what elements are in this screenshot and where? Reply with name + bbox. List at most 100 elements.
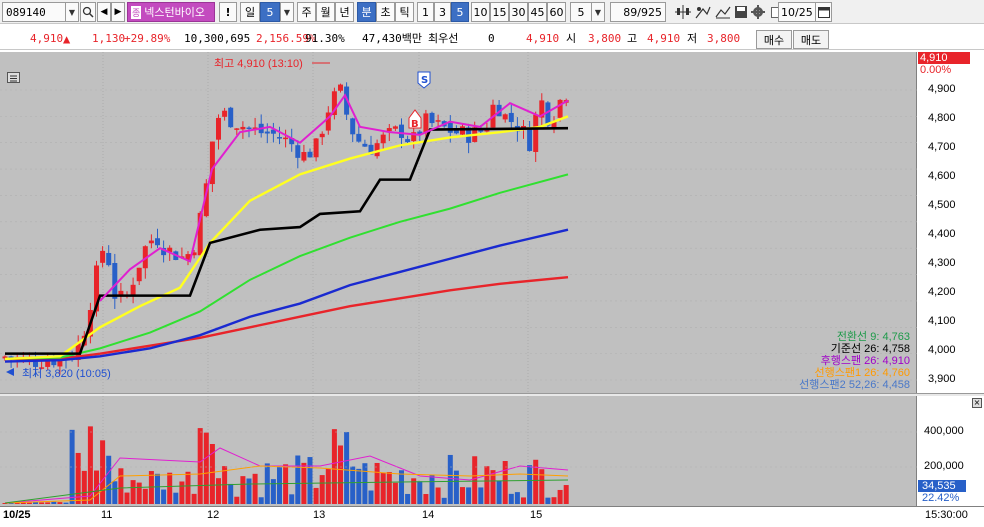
cycle-minute[interactable]: 분 — [357, 2, 376, 22]
candle-body — [392, 126, 398, 129]
date-input[interactable]: 10/25 — [778, 2, 816, 22]
minute-60[interactable]: 60 — [547, 2, 566, 22]
prev-button[interactable]: ◀ — [97, 2, 111, 22]
volume-bar — [417, 481, 423, 504]
price-change-pct: +29.89% — [124, 32, 171, 45]
candle-body — [45, 361, 51, 367]
candle-body — [429, 112, 435, 124]
volume-bar — [313, 487, 319, 504]
up-arrow-icon: ▲ — [63, 32, 71, 46]
minute-30[interactable]: 30 — [509, 2, 528, 22]
volume-chart-panel[interactable] — [0, 396, 917, 506]
high-price: 4,910 — [647, 32, 681, 45]
volume-bar — [392, 482, 398, 504]
cycle-label: 년 — [339, 6, 350, 19]
volume-bar — [405, 493, 411, 504]
volume-bar — [185, 471, 191, 504]
gear-icon — [751, 5, 765, 19]
volume-bar — [142, 488, 148, 504]
close-icon: × — [973, 398, 981, 407]
volume-axis: × 400,000 200,000 34,535 22.42% — [918, 396, 984, 506]
count-input[interactable]: 5 — [570, 2, 592, 22]
volume-bar — [161, 489, 167, 504]
candle-body — [283, 137, 289, 140]
toolbar: 089140 ▼ ◀ ▶ 종 넥스턴바이오 ! 일 5 ▼ 주 월 년 분 초 … — [0, 0, 984, 24]
high-annotation: 최고 4,910 (13:10) — [214, 57, 303, 70]
minute-1[interactable]: 1 — [417, 2, 434, 22]
open-label: 시 — [566, 32, 577, 45]
price-chart-svg: 최고 4,910 (13:10) 최저 3,820 (10:05) S B — [0, 52, 917, 393]
volume-bar — [338, 445, 343, 504]
volume-bar — [81, 470, 87, 504]
minute-15[interactable]: 15 — [490, 2, 509, 22]
volume-bar — [447, 454, 453, 504]
minute-3[interactable]: 3 — [434, 2, 451, 22]
drawing-tool-button[interactable] — [693, 2, 713, 22]
minute-45[interactable]: 45 — [528, 2, 547, 22]
minute-5[interactable]: 5 — [451, 2, 469, 22]
cycle-second[interactable]: 초 — [376, 2, 395, 22]
candle-body — [301, 152, 307, 161]
low-annotation-arrow — [6, 368, 14, 376]
volume-last-tag: 34,535 — [918, 480, 966, 492]
candle-body — [435, 120, 441, 122]
buy-button[interactable]: 매수 — [756, 30, 792, 49]
volume-tick-label: 400,000 — [924, 425, 964, 437]
cycle-year[interactable]: 년 — [335, 2, 354, 22]
period-day-label: 일 — [244, 6, 256, 19]
page-counter: 89/925 — [610, 2, 666, 22]
price-tick-label: 4,500 — [928, 199, 956, 211]
cycle-week[interactable]: 주 — [297, 2, 316, 22]
candle-body — [527, 127, 533, 151]
volume-bar — [130, 480, 136, 504]
candle-body — [423, 113, 429, 134]
period-dropdown[interactable]: ▼ — [280, 2, 294, 22]
period-day-count[interactable]: 5 — [260, 2, 280, 22]
page-label: 89/925 — [623, 5, 662, 19]
volume-bar — [472, 456, 478, 504]
stock-name-field[interactable]: 종 넥스턴바이오 — [127, 2, 215, 22]
close-panel-button[interactable]: × — [972, 398, 982, 408]
count-dropdown[interactable]: ▼ — [591, 2, 605, 22]
minute-10[interactable]: 10 — [471, 2, 490, 22]
calendar-button[interactable] — [815, 2, 832, 22]
volume-bar — [460, 487, 465, 504]
cycle-month[interactable]: 월 — [316, 2, 335, 22]
candle-body — [508, 112, 514, 123]
open-price: 3,800 — [588, 32, 622, 45]
panel-menu-icon[interactable] — [7, 72, 20, 83]
volume-bar — [57, 502, 63, 504]
save-button[interactable] — [733, 2, 749, 22]
candle-body — [338, 84, 343, 91]
volume-bar — [155, 473, 160, 504]
time-tick-label: 11 — [101, 509, 113, 521]
current-price-tag: 4,910 — [918, 52, 970, 64]
stock-code-text: 089140 — [6, 5, 46, 19]
alert-button[interactable]: ! — [219, 2, 237, 22]
price-chart-panel[interactable]: 최고 4,910 (13:10) 최저 3,820 (10:05) S B 전환선 9… — [0, 52, 917, 393]
minute-label: 5 — [456, 5, 464, 19]
volume-bar — [167, 472, 173, 504]
volume-bar — [258, 497, 264, 504]
volume-bar — [466, 487, 472, 504]
crosshair-tool-button[interactable] — [673, 2, 693, 22]
current-price: 4,910 — [30, 32, 64, 45]
buy-signal-label: B — [411, 119, 419, 130]
candle-body — [319, 133, 325, 138]
volume-bar — [508, 493, 514, 504]
next-button[interactable]: ▶ — [111, 2, 125, 22]
cycle-tick[interactable]: 틱 — [395, 2, 414, 22]
turnover-ratio: 91.30% — [305, 32, 345, 45]
code-dropdown-button[interactable]: ▼ — [65, 2, 79, 22]
search-button[interactable] — [80, 2, 96, 22]
volume-pct-tag: 22.42% — [922, 492, 960, 504]
stock-code-input[interactable]: 089140 — [2, 2, 66, 22]
settings-button[interactable] — [750, 2, 766, 22]
sell-button[interactable]: 매도 — [793, 30, 829, 49]
period-day-button[interactable]: 일 — [240, 2, 260, 22]
price-tick-label: 4,200 — [928, 286, 956, 298]
volume-bar — [514, 492, 520, 504]
volume-bar — [399, 470, 404, 504]
volume-bar — [307, 457, 313, 504]
compare-tool-button[interactable] — [713, 2, 733, 22]
